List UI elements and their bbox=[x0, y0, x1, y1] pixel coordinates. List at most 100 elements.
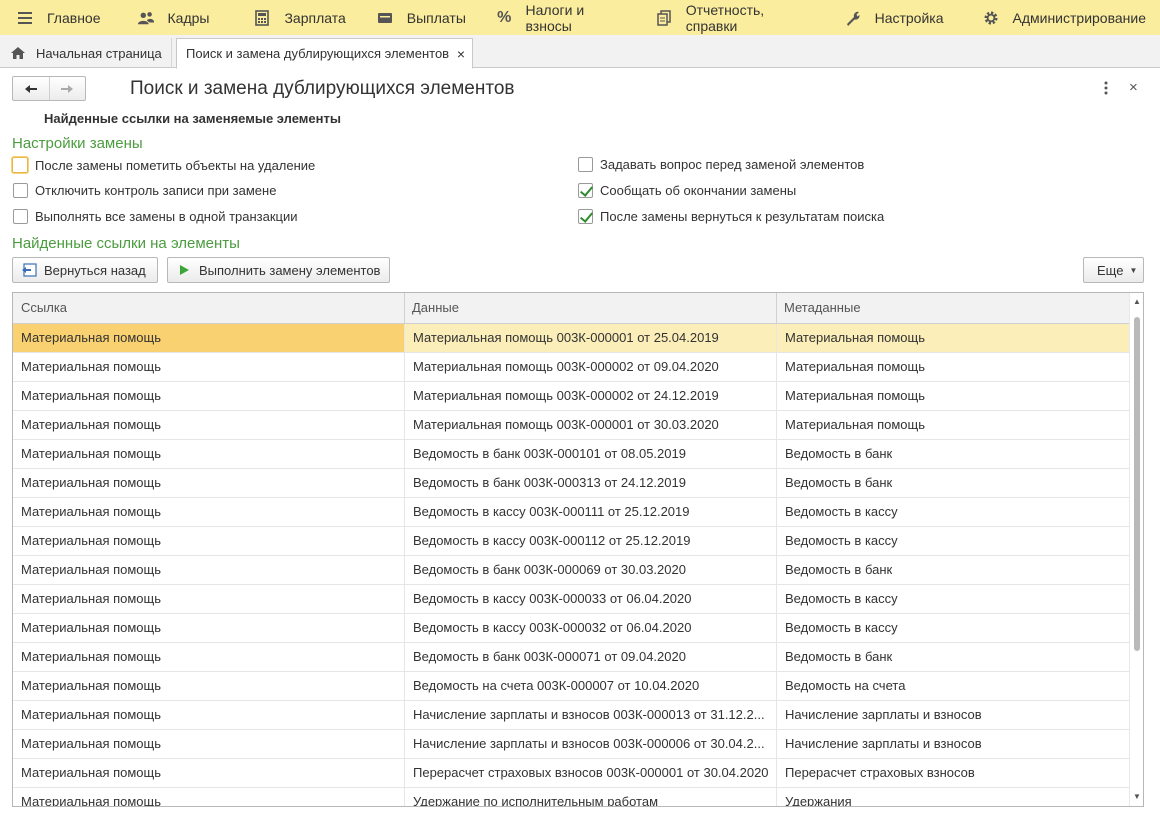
cell-data[interactable]: Ведомость в кассу 003К-000111 от 25.12.2… bbox=[404, 498, 776, 526]
menu-item-main[interactable]: Главное bbox=[0, 0, 115, 35]
more-actions-icon[interactable] bbox=[1100, 80, 1112, 96]
cell-data[interactable]: Начисление зарплаты и взносов 003К-00000… bbox=[404, 730, 776, 758]
option-notify-on-finish[interactable]: Сообщать об окончании замены bbox=[578, 183, 796, 198]
cell-link[interactable]: Материальная помощь bbox=[13, 527, 404, 555]
close-form-icon[interactable]: × bbox=[1129, 79, 1138, 96]
cell-link[interactable]: Материальная помощь bbox=[13, 730, 404, 758]
menu-item-admin[interactable]: Администрирование bbox=[958, 0, 1160, 35]
checkbox[interactable] bbox=[13, 183, 28, 198]
table-row[interactable]: Материальная помощь Ведомость в кассу 003… bbox=[13, 585, 1131, 614]
table-row[interactable]: Материальная помощь Начисление зарплаты и… bbox=[13, 730, 1131, 759]
more-button[interactable]: Еще ▼ bbox=[1083, 257, 1144, 283]
cell-link[interactable]: Материальная помощь bbox=[13, 324, 404, 352]
cell-data[interactable]: Материальная помощь 003К-000001 от 30.03… bbox=[404, 411, 776, 439]
cell-metadata[interactable]: Удержания bbox=[776, 788, 1131, 806]
scroll-up-icon[interactable]: ▲ bbox=[1133, 298, 1141, 306]
cell-link[interactable]: Материальная помощь bbox=[13, 498, 404, 526]
execute-replace-button[interactable]: Выполнить замену элементов bbox=[167, 257, 390, 283]
scroll-down-icon[interactable]: ▼ bbox=[1133, 793, 1141, 801]
cell-link[interactable]: Материальная помощь bbox=[13, 672, 404, 700]
tab-find-replace[interactable]: Поиск и замена дублирующихся элементов × bbox=[176, 38, 473, 69]
cell-link[interactable]: Материальная помощь bbox=[13, 556, 404, 584]
cell-data[interactable]: Начисление зарплаты и взносов 003К-00001… bbox=[404, 701, 776, 729]
cell-metadata[interactable]: Ведомость в кассу bbox=[776, 527, 1131, 555]
table-row[interactable]: Материальная помощь Ведомость в кассу 003… bbox=[13, 614, 1131, 643]
table-row[interactable]: Материальная помощь Перерасчет страховых … bbox=[13, 759, 1131, 788]
cell-metadata[interactable]: Ведомость в кассу bbox=[776, 614, 1131, 642]
references-table[interactable]: Ссылка Данные Метаданные Материальная по… bbox=[12, 292, 1144, 807]
cell-metadata[interactable]: Материальная помощь bbox=[776, 411, 1131, 439]
cell-link[interactable]: Материальная помощь bbox=[13, 788, 404, 806]
option-mark-for-deletion[interactable]: После замены пометить объекты на удалени… bbox=[12, 157, 315, 173]
cell-metadata[interactable]: Ведомость в кассу bbox=[776, 498, 1131, 526]
cell-metadata[interactable]: Ведомость в кассу bbox=[776, 585, 1131, 613]
table-row-selected[interactable]: Материальная помощь Материальная помощь 0… bbox=[13, 324, 1131, 353]
cell-data[interactable]: Перерасчет страховых взносов 003К-000001… bbox=[404, 759, 776, 787]
forward-arrow-button[interactable] bbox=[48, 77, 85, 100]
cell-link[interactable]: Материальная помощь bbox=[13, 382, 404, 410]
cell-metadata[interactable]: Начисление зарплаты и взносов bbox=[776, 701, 1131, 729]
checkbox[interactable] bbox=[578, 157, 593, 172]
cell-data[interactable]: Ведомость в банк 003К-000069 от 30.03.20… bbox=[404, 556, 776, 584]
cell-link[interactable]: Материальная помощь bbox=[13, 643, 404, 671]
cell-data[interactable]: Материальная помощь 003К-000002 от 24.12… bbox=[404, 382, 776, 410]
menu-item-payments[interactable]: Выплаты bbox=[360, 0, 480, 35]
table-row[interactable]: Материальная помощь Ведомость в кассу 003… bbox=[13, 527, 1131, 556]
table-row[interactable]: Материальная помощь Ведомость на счета 00… bbox=[13, 672, 1131, 701]
cell-data[interactable]: Удержание по исполнительным работам bbox=[404, 788, 776, 806]
cell-link[interactable]: Материальная помощь bbox=[13, 440, 404, 468]
cell-link[interactable]: Материальная помощь bbox=[13, 353, 404, 381]
cell-data[interactable]: Ведомость на счета 003К-000007 от 10.04.… bbox=[404, 672, 776, 700]
table-row[interactable]: Материальная помощь Материальная помощь 0… bbox=[13, 353, 1131, 382]
cell-metadata[interactable]: Материальная помощь bbox=[776, 382, 1131, 410]
column-header-link[interactable]: Ссылка bbox=[13, 293, 404, 324]
tab-close-icon[interactable]: × bbox=[457, 46, 465, 62]
cell-link[interactable]: Материальная помощь bbox=[13, 614, 404, 642]
cell-data[interactable]: Ведомость в кассу 003К-000032 от 06.04.2… bbox=[404, 614, 776, 642]
table-row[interactable]: Материальная помощь Ведомость в банк 003К… bbox=[13, 440, 1131, 469]
menu-item-settings[interactable]: Настройка bbox=[824, 0, 958, 35]
cell-metadata[interactable]: Ведомость на счета bbox=[776, 672, 1131, 700]
cell-metadata[interactable]: Материальная помощь bbox=[776, 353, 1131, 381]
option-single-transaction[interactable]: Выполнять все замены в одной транзакции bbox=[13, 209, 298, 224]
menu-item-taxes[interactable]: % Налоги и взносы bbox=[480, 0, 640, 35]
cell-metadata[interactable]: Начисление зарплаты и взносов bbox=[776, 730, 1131, 758]
cell-metadata[interactable]: Ведомость в банк bbox=[776, 643, 1131, 671]
menu-item-reports[interactable]: Отчетность, справки bbox=[640, 0, 824, 35]
checkbox[interactable] bbox=[12, 157, 28, 173]
option-disable-write-control[interactable]: Отключить контроль записи при замене bbox=[13, 183, 276, 198]
cell-data[interactable]: Ведомость в банк 003К-000071 от 09.04.20… bbox=[404, 643, 776, 671]
option-ask-before-replace[interactable]: Задавать вопрос перед заменой элементов bbox=[578, 157, 864, 172]
back-arrow-button[interactable] bbox=[13, 77, 49, 100]
table-row[interactable]: Материальная помощь Материальная помощь 0… bbox=[13, 411, 1131, 440]
cell-metadata[interactable]: Перерасчет страховых взносов bbox=[776, 759, 1131, 787]
cell-metadata[interactable]: Ведомость в банк bbox=[776, 469, 1131, 497]
cell-data[interactable]: Ведомость в кассу 003К-000112 от 25.12.2… bbox=[404, 527, 776, 555]
menu-item-salary[interactable]: Зарплата bbox=[223, 0, 359, 35]
cell-data[interactable]: Материальная помощь 003К-000001 от 25.04… bbox=[404, 324, 776, 352]
cell-data[interactable]: Ведомость в банк 003К-000101 от 08.05.20… bbox=[404, 440, 776, 468]
table-row[interactable]: Материальная помощь Начисление зарплаты и… bbox=[13, 701, 1131, 730]
scrollbar-thumb[interactable] bbox=[1134, 317, 1140, 651]
go-back-button[interactable]: Вернуться назад bbox=[12, 257, 158, 283]
cell-data[interactable]: Ведомость в кассу 003К-000033 от 06.04.2… bbox=[404, 585, 776, 613]
cell-metadata[interactable]: Материальная помощь bbox=[776, 324, 1131, 352]
checkbox-checked[interactable] bbox=[578, 183, 593, 198]
table-row[interactable]: Материальная помощь Ведомость в банк 003К… bbox=[13, 643, 1131, 672]
cell-metadata[interactable]: Ведомость в банк bbox=[776, 440, 1131, 468]
menu-item-hr[interactable]: Кадры bbox=[115, 0, 224, 35]
cell-link[interactable]: Материальная помощь bbox=[13, 585, 404, 613]
option-return-to-results[interactable]: После замены вернуться к результатам пои… bbox=[578, 209, 884, 224]
table-row[interactable]: Материальная помощь Ведомость в кассу 003… bbox=[13, 498, 1131, 527]
tab-home[interactable]: Начальная страница bbox=[0, 38, 172, 68]
cell-data[interactable]: Ведомость в банк 003К-000313 от 24.12.20… bbox=[404, 469, 776, 497]
cell-link[interactable]: Материальная помощь bbox=[13, 759, 404, 787]
cell-link[interactable]: Материальная помощь bbox=[13, 411, 404, 439]
table-row[interactable]: Материальная помощь Материальная помощь 0… bbox=[13, 382, 1131, 411]
column-header-data[interactable]: Данные bbox=[404, 293, 776, 324]
table-row[interactable]: Материальная помощь Удержание по исполнит… bbox=[13, 788, 1131, 806]
table-row[interactable]: Материальная помощь Ведомость в банк 003К… bbox=[13, 556, 1131, 585]
table-row[interactable]: Материальная помощь Ведомость в банк 003К… bbox=[13, 469, 1131, 498]
checkbox-checked[interactable] bbox=[578, 209, 593, 224]
column-header-metadata[interactable]: Метаданные bbox=[776, 293, 1131, 324]
